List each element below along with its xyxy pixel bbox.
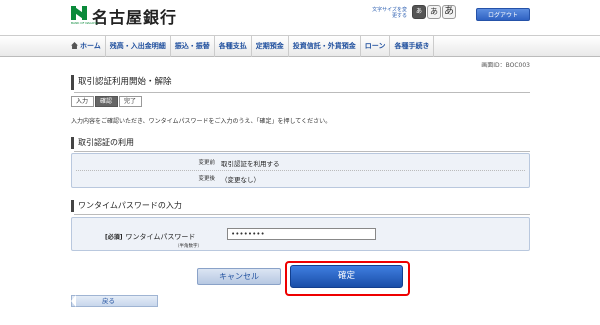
instruction-text: 入力内容をご確認いただき、ワンタイムパスワードをご入力のうえ、「確定」を押してく… bbox=[71, 118, 332, 125]
main-nav: ホーム 残高・入出金明細 振込・振替 各種支払 定期預金 投資信託・外貨預金 ロ… bbox=[0, 35, 600, 57]
before-value: 取引認証を利用する bbox=[221, 160, 280, 168]
nav-item-transfer[interactable]: 振込・振替 bbox=[171, 36, 215, 57]
bank-name: 名古屋銀行 bbox=[92, 8, 178, 27]
after-label: 変更後 bbox=[198, 176, 215, 182]
usage-panel: 変更前 取引認証を利用する 変更後 （変更なし） bbox=[71, 153, 530, 188]
step-confirm: 確認 bbox=[95, 96, 119, 107]
font-size-large-button[interactable]: あ bbox=[442, 5, 456, 19]
after-row: 変更後 （変更なし） bbox=[72, 174, 529, 184]
required-badge: [必須] bbox=[105, 234, 123, 241]
nav-item-payments[interactable]: 各種支払 bbox=[215, 36, 252, 57]
bank-logo[interactable]: BANK OF NAGOYA 名古屋銀行 bbox=[71, 4, 177, 28]
font-size-small-button[interactable]: あ bbox=[412, 5, 426, 19]
usage-section-title: 取引認証の利用 bbox=[71, 137, 530, 152]
page-title: 取引認証利用開始・解除 bbox=[71, 75, 530, 93]
nav-item-investment[interactable]: 投資信託・外貨預金 bbox=[289, 36, 361, 57]
confirm-button[interactable]: 確定 bbox=[290, 265, 403, 288]
logout-button[interactable]: ログアウト bbox=[476, 8, 530, 21]
nav-item-label: ホーム bbox=[80, 42, 101, 50]
font-size-medium-button[interactable]: あ bbox=[427, 5, 441, 19]
step-indicator: 入力 確認 完了 bbox=[71, 96, 143, 107]
cancel-button[interactable]: キャンセル bbox=[197, 268, 281, 285]
otp-sub-label: （半角数字） bbox=[175, 244, 202, 249]
nav-item-procedures[interactable]: 各種手続き bbox=[390, 36, 435, 57]
step-complete: 完了 bbox=[119, 96, 143, 107]
otp-section-title: ワンタイムパスワードの入力 bbox=[71, 200, 530, 215]
home-icon bbox=[71, 42, 78, 49]
after-value: （変更なし） bbox=[221, 176, 260, 184]
bank-logo-icon: BANK OF NAGOYA bbox=[71, 6, 98, 26]
font-size-label: 文字サイズを変更する bbox=[372, 7, 407, 19]
step-input: 入力 bbox=[71, 96, 95, 107]
back-button[interactable]: 戻る bbox=[71, 295, 158, 307]
nav-item-balance[interactable]: 残高・入出金明細 bbox=[106, 36, 171, 57]
before-row: 変更前 取引認証を利用する bbox=[72, 158, 529, 168]
otp-label-text: ワンタイムパスワード bbox=[125, 233, 196, 241]
before-label: 変更前 bbox=[198, 160, 215, 166]
nav-item-loan[interactable]: ローン bbox=[361, 36, 391, 57]
otp-label: [必須] ワンタイムパスワード bbox=[105, 232, 195, 242]
otp-password-input[interactable]: •••••••• bbox=[227, 228, 376, 240]
row-divider bbox=[76, 170, 525, 171]
nav-item-time-deposit[interactable]: 定期預金 bbox=[252, 36, 289, 57]
logo-sub-text: BANK OF NAGOYA bbox=[71, 21, 98, 25]
nav-item-home[interactable]: ホーム bbox=[71, 36, 106, 57]
screen-id: 画面ID：BOC003 bbox=[481, 62, 530, 69]
